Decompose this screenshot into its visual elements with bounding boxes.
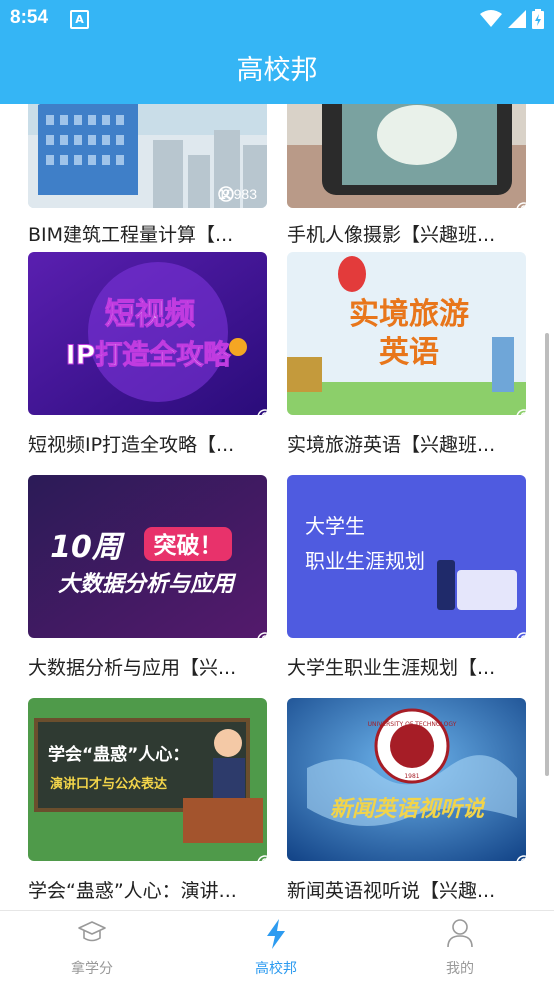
course-title[interactable]: 大学生职业生涯规划【... <box>287 653 526 680</box>
course-thumbnail[interactable]: 实境旅游 英语 <box>287 252 526 415</box>
user-icon <box>516 409 526 415</box>
seal-text: UNIVERSITY OF TECHNOLOGY <box>368 721 457 728</box>
user-icon <box>257 632 267 638</box>
thumb-headline: 10周 <box>50 530 125 565</box>
lightning-icon <box>267 919 285 949</box>
course-title[interactable]: 短视频IP打造全攻略【... <box>28 430 267 457</box>
course-title[interactable]: 大数据分析与应用【兴... <box>28 653 267 680</box>
user-icon <box>516 632 526 638</box>
thumb-headline: 演讲口才与公众表达 <box>50 776 167 792</box>
course-thumbnail[interactable] <box>287 104 526 208</box>
course-thumbnail[interactable]: 学会“蛊惑”人心： 演讲口才与公众表达 <box>28 698 267 861</box>
status-bar: 8:54 A <box>0 0 554 38</box>
thumb-headline: 大学生 <box>305 514 365 538</box>
graduation-cap-icon <box>78 921 106 942</box>
thumb-headline: IP打造全攻略 <box>66 339 232 371</box>
course-title[interactable]: BIM建筑工程量计算【... <box>28 220 267 247</box>
course-thumbnail[interactable]: 短视频 IP打造全攻略 <box>28 252 267 415</box>
user-icon <box>218 186 234 202</box>
tab-label: 我的 <box>446 961 474 977</box>
course-thumbnail[interactable]: 10983 <box>28 104 267 208</box>
scrollbar[interactable] <box>545 333 549 776</box>
course-title[interactable]: 手机人像摄影【兴趣班... <box>287 220 526 247</box>
thumb-headline: 新闻英语视听说 <box>330 796 486 822</box>
thumb-headline: 实境旅游 <box>349 297 469 332</box>
user-icon <box>257 409 267 415</box>
tab-gaoxiaobang[interactable]: 高校邦 <box>184 911 368 986</box>
app-title-bar: 高校邦 <box>0 38 554 104</box>
view-count: 10983 <box>218 186 257 202</box>
thumb-headline: 短视频 <box>105 297 195 332</box>
course-grid[interactable]: 10983 BIM建筑工程量计算【... 手机人像摄影【兴趣班... 短视频 I… <box>0 104 554 910</box>
course-thumbnail[interactable]: 大学生 职业生涯规划 <box>287 475 526 638</box>
user-icon <box>516 202 526 208</box>
thumb-headline: 学会“蛊惑”人心： <box>48 744 189 765</box>
wifi-icon <box>480 10 502 27</box>
course-title[interactable]: 实境旅游英语【兴趣班... <box>287 430 526 457</box>
thumb-headline: 英语 <box>379 335 439 370</box>
course-thumbnail[interactable]: UNIVERSITY OF TECHNOLOGY 1981 新闻英语视听说 <box>287 698 526 861</box>
seal-year: 1981 <box>404 773 419 780</box>
thumb-headline: 职业生涯规划 <box>305 549 425 573</box>
battery-icon <box>532 9 544 29</box>
course-title[interactable]: 新闻英语视听说【兴趣... <box>287 876 526 903</box>
user-icon <box>516 855 526 861</box>
cell-signal-icon <box>508 10 526 28</box>
bottom-tab-bar: 拿学分 高校邦 我的 <box>0 910 554 986</box>
page-title: 高校邦 <box>236 55 318 86</box>
course-thumbnail[interactable]: 10周 突破！ 大数据分析与应用 <box>28 475 267 638</box>
tab-credits[interactable]: 拿学分 <box>0 911 184 986</box>
course-title[interactable]: 学会“蛊惑”人心：演讲... <box>28 876 267 903</box>
thumb-headline: 大数据分析与应用 <box>58 571 237 597</box>
status-time: 8:54 <box>10 7 49 28</box>
tab-profile[interactable]: 我的 <box>368 911 552 986</box>
status-icons <box>480 8 544 30</box>
course-card-bim[interactable]: 10983 BIM建筑工程量计算【... <box>28 104 267 246</box>
person-icon <box>447 919 473 948</box>
user-icon <box>257 855 267 861</box>
thumb-headline: 突破！ <box>154 532 223 559</box>
tab-label: 拿学分 <box>71 961 113 977</box>
notification-a-icon: A <box>70 10 89 29</box>
tab-label: 高校邦 <box>255 961 297 977</box>
